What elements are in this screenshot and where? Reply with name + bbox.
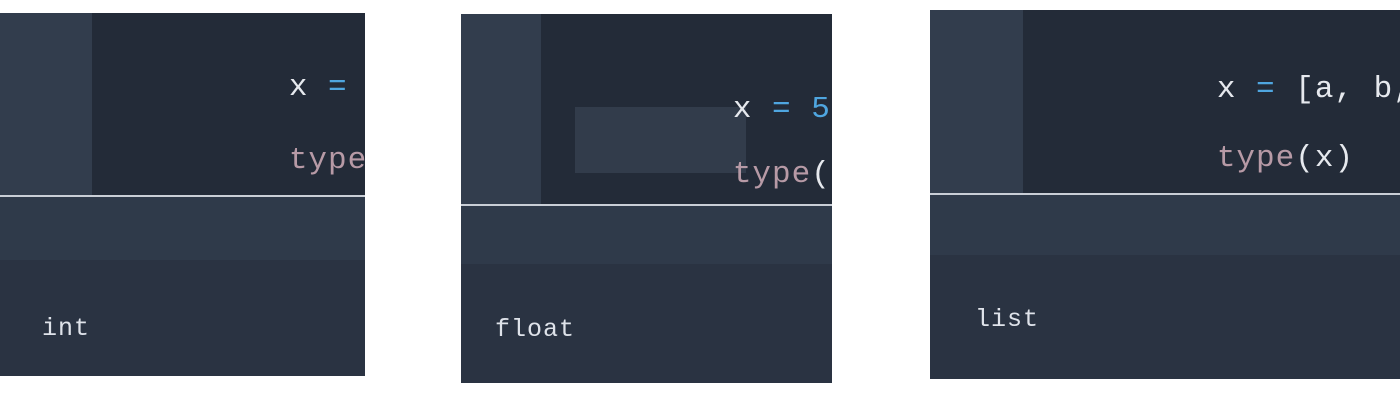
code-cell-input[interactable]: x = 5 type(x) <box>0 13 365 195</box>
notebook-cell-list[interactable]: x = [a, b, c] type(x) list <box>930 10 1400 379</box>
close-paren: ) <box>1334 141 1355 176</box>
cell-gutter <box>0 13 92 195</box>
cell-gutter <box>930 10 1023 193</box>
cell-gutter <box>461 14 541 204</box>
cell-toolbar-band <box>0 197 365 260</box>
screenshot-canvas: x = 5 type(x) int x = 5.4 type(x) float <box>0 0 1400 401</box>
function-argument: x <box>831 157 832 192</box>
notebook-cell-int[interactable]: x = 5 type(x) int <box>0 13 365 376</box>
function-name: type <box>288 143 365 178</box>
open-paren: ( <box>1295 141 1315 176</box>
notebook-cell-float[interactable]: x = 5.4 type(x) float <box>461 14 832 383</box>
cell-output: float <box>461 264 832 383</box>
variable-name: x <box>288 70 309 105</box>
code-cell-input[interactable]: x = [a, b, c] type(x) <box>930 10 1400 193</box>
assign-operator: = <box>328 70 348 105</box>
function-name: type <box>732 157 812 192</box>
cell-toolbar-band <box>461 206 832 264</box>
output-result: int <box>42 314 91 343</box>
code-cell-input[interactable]: x = 5.4 type(x) <box>461 14 832 204</box>
cell-toolbar-band <box>930 195 1400 255</box>
cell-output: list <box>930 255 1400 379</box>
cell-output: int <box>0 260 365 376</box>
assign-operator: = <box>1256 72 1276 107</box>
function-name: type <box>1216 141 1296 176</box>
open-paren: ( <box>811 157 831 192</box>
variable-name: x <box>1216 72 1237 107</box>
assigned-value: [a, b, c] <box>1295 72 1400 107</box>
output-result: list <box>975 305 1040 334</box>
function-argument: x <box>1314 141 1335 176</box>
output-result: float <box>495 315 576 344</box>
